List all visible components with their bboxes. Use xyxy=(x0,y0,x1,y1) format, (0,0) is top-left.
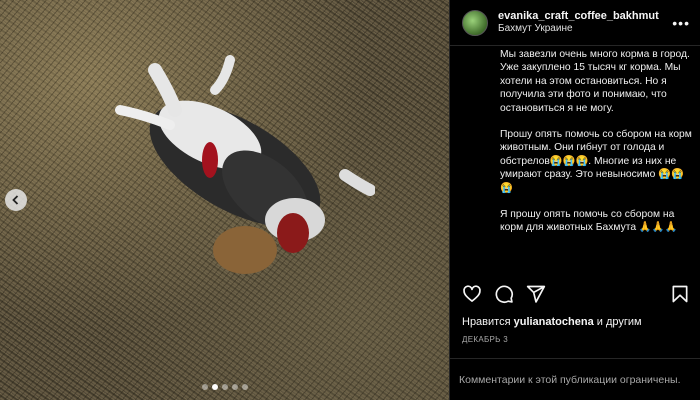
post-caption: Мы завезли очень много корма в город. Уж… xyxy=(500,48,695,268)
divider xyxy=(450,358,700,359)
share-icon[interactable] xyxy=(526,284,546,304)
carousel-dot xyxy=(201,384,208,390)
previous-photo-button[interactable] xyxy=(5,189,27,211)
user-info: evanika_craft_coffee_bakhmut Бахмут Укра… xyxy=(498,10,672,35)
likes-suffix: и другим xyxy=(596,316,642,328)
post-sidebar: evanika_craft_coffee_bakhmut Бахмут Укра… xyxy=(449,0,700,400)
comments-restricted-notice: Комментарии к этой публикации ограничены… xyxy=(459,374,681,386)
comment-icon[interactable] xyxy=(494,284,514,304)
action-bar xyxy=(462,282,690,306)
location-link[interactable]: Бахмут Украине xyxy=(498,23,672,35)
avatar[interactable] xyxy=(462,9,488,36)
post-header: evanika_craft_coffee_bakhmut Бахмут Укра… xyxy=(450,0,700,46)
carousel-dot xyxy=(211,384,218,390)
likes-summary[interactable]: Нравится yulianatochena и другим xyxy=(462,316,642,328)
username-link[interactable]: evanika_craft_coffee_bakhmut xyxy=(498,10,672,23)
caption-paragraph: Мы завезли очень много корма в город. Уж… xyxy=(500,49,690,114)
post-media[interactable] xyxy=(0,0,449,400)
caption-paragraph: Я прошу опять помочь со сбором на корм д… xyxy=(500,209,678,234)
more-options-icon[interactable]: ••• xyxy=(672,15,690,31)
heart-icon[interactable] xyxy=(462,284,482,304)
carousel-dot xyxy=(231,384,238,390)
post-date[interactable]: ДЕКАБРЬ 3 xyxy=(462,335,508,344)
liker-username[interactable]: yulianatochena xyxy=(514,316,594,328)
carousel-indicator xyxy=(0,384,449,390)
bookmark-icon[interactable] xyxy=(670,284,690,304)
post-photo xyxy=(115,55,375,274)
likes-prefix: Нравится xyxy=(462,316,511,328)
carousel-dot xyxy=(221,384,228,390)
chevron-left-icon xyxy=(12,195,19,205)
caption-paragraph: Прошу опять помочь со сбором на корм жив… xyxy=(500,129,692,194)
carousel-dot xyxy=(241,384,248,390)
